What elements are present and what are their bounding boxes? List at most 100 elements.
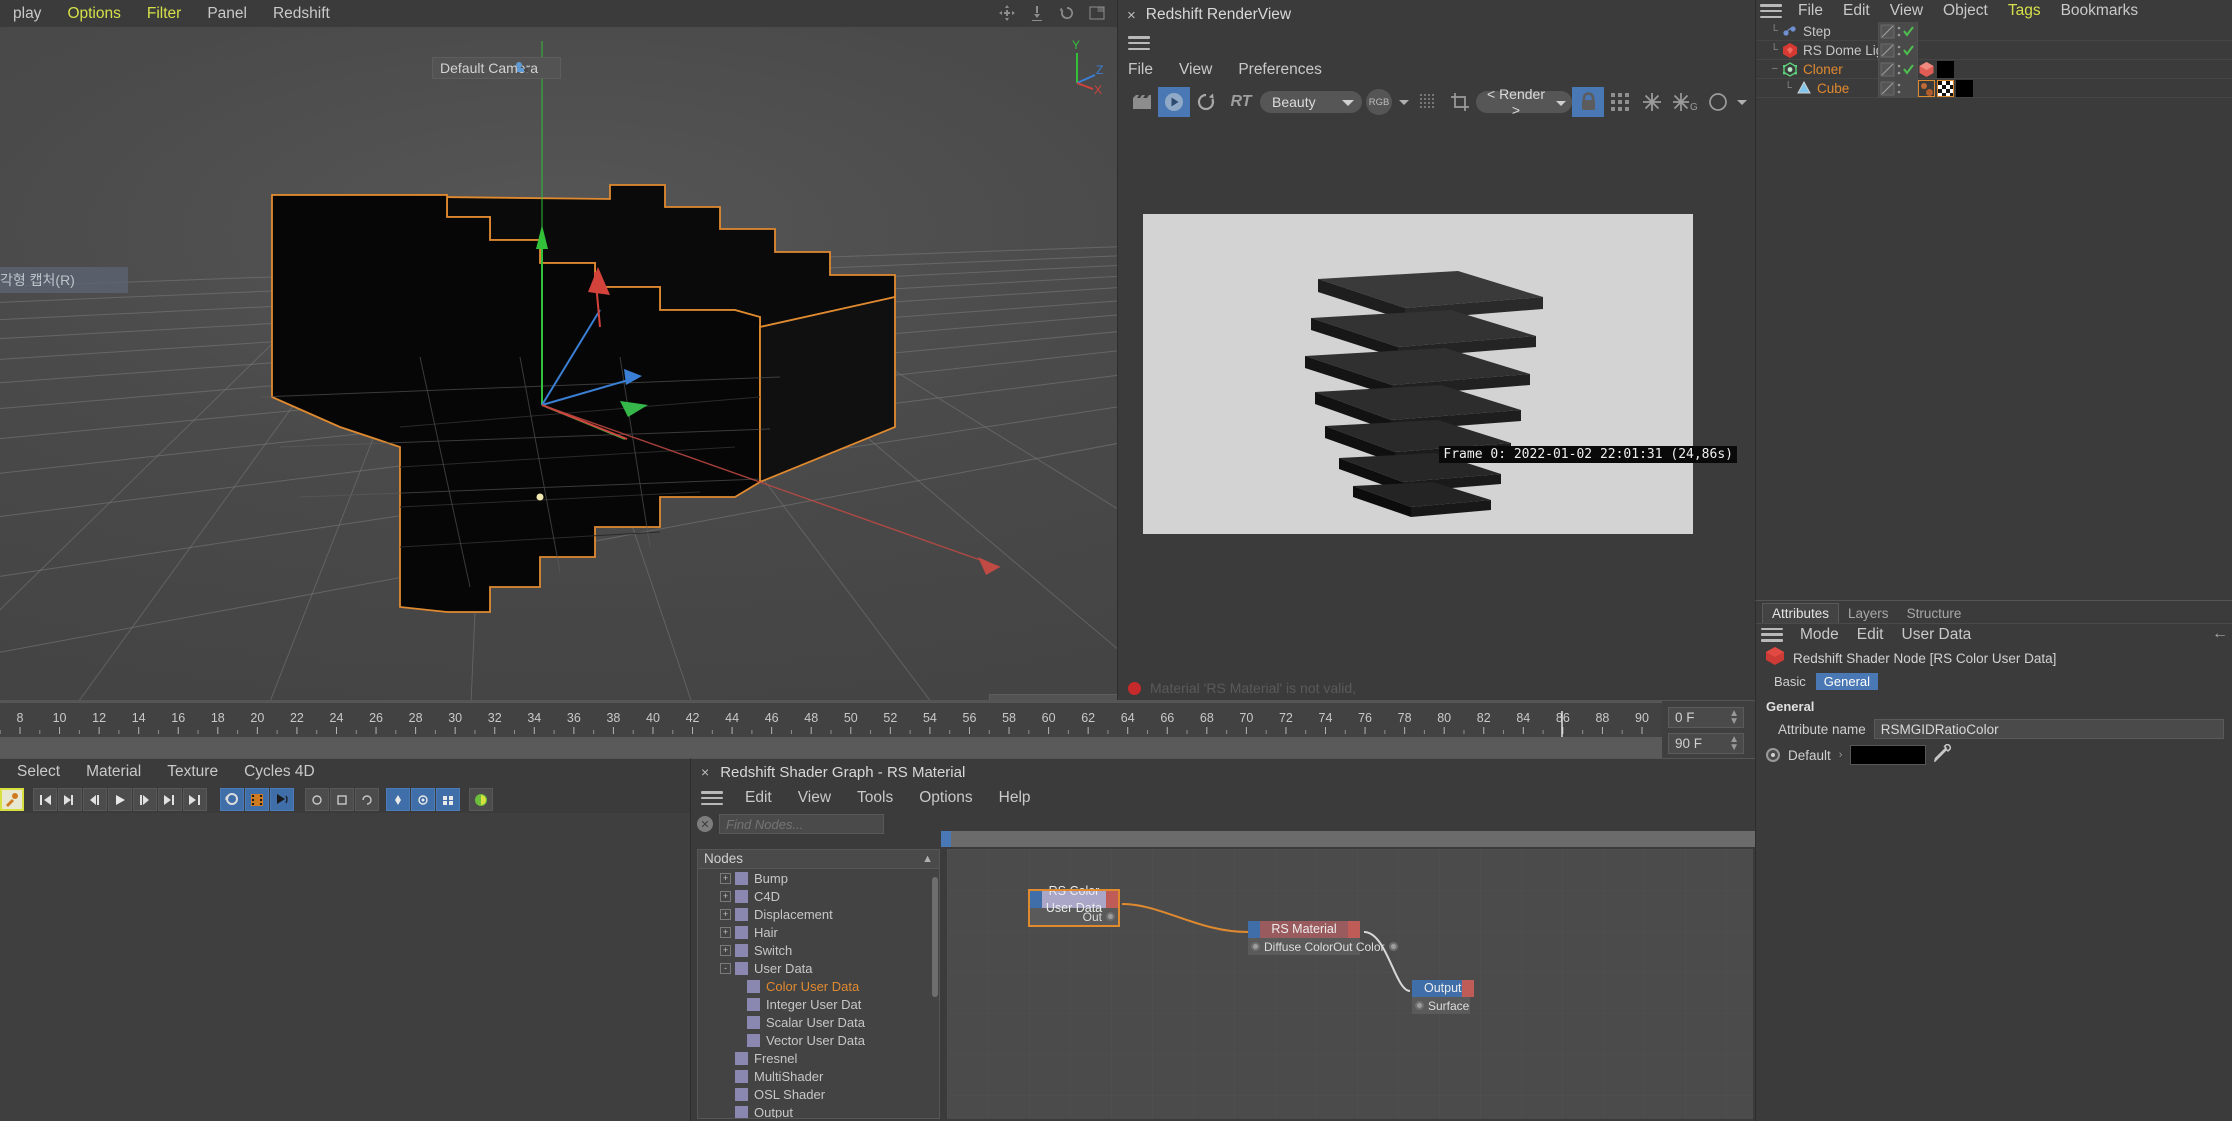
tag-checker-tag[interactable] xyxy=(1937,80,1954,97)
node-output-tab[interactable] xyxy=(1106,891,1118,908)
lock-icon[interactable] xyxy=(1572,87,1604,117)
tree-item-output[interactable]: Output xyxy=(698,1103,939,1118)
matmgr-menu-texture[interactable]: Texture xyxy=(154,759,231,785)
tree-item-scalar-user-data[interactable]: Scalar User Data xyxy=(698,1013,939,1031)
object-manager-hamburger-icon[interactable] xyxy=(1760,4,1782,18)
tree-item-integer-user-dat[interactable]: Integer User Dat xyxy=(698,995,939,1013)
node-header[interactable]: RS Material xyxy=(1248,921,1360,938)
timeline-ruler[interactable]: 8 10 12 14 16 18 20 22 24 26 28 30 32 34 36 38 40 42 44 46 4… xyxy=(0,701,1662,737)
record-scale-button[interactable] xyxy=(330,788,354,811)
goto-prev-key-button[interactable] xyxy=(58,788,82,811)
rv-menu-file[interactable]: File xyxy=(1128,57,1166,83)
matmgr-menu-cycles4d[interactable]: Cycles 4D xyxy=(231,759,328,785)
om-menu-edit[interactable]: Edit xyxy=(1833,0,1880,24)
render-nav-select[interactable]: < Render > xyxy=(1476,86,1572,118)
render-sequence-icon[interactable] xyxy=(1126,87,1158,117)
renderview-image-area[interactable]: Frame 0: 2022-01-02 22:01:31 (24,86s) Ma… xyxy=(1118,120,1756,700)
step-forward-button[interactable] xyxy=(133,788,157,811)
start-render-icon[interactable] xyxy=(1158,87,1190,117)
denoise-dots-icon[interactable] xyxy=(1412,87,1444,117)
maximize-viewport-icon[interactable] xyxy=(1089,5,1105,26)
shader-graph-canvas[interactable]: Shader Graph RS Color User DataOu xyxy=(947,849,1753,1119)
node-input-tab[interactable] xyxy=(1248,921,1260,938)
alpha-dropdown-icon[interactable] xyxy=(1734,87,1750,117)
node-header[interactable]: RS Color User Data xyxy=(1030,884,1118,915)
expand-icon[interactable]: + xyxy=(720,890,731,902)
back-arrow-icon[interactable]: ← xyxy=(2212,625,2228,643)
node-header[interactable]: Output xyxy=(1412,980,1474,997)
rv-menu-view[interactable]: View xyxy=(1166,57,1225,83)
snapshot-group-icon[interactable]: G xyxy=(1668,87,1702,117)
eyedropper-icon[interactable] xyxy=(1934,743,1952,767)
tree-item-displacement[interactable]: + Displacement xyxy=(698,905,939,923)
node-input-tab[interactable] xyxy=(1030,891,1042,908)
alpha-circle-icon[interactable] xyxy=(1702,87,1734,117)
node-input-port[interactable] xyxy=(1251,942,1260,951)
object-row[interactable]: └ RS Dome Light xyxy=(1756,41,2232,60)
om-menu-tags[interactable]: Tags xyxy=(1998,0,2051,24)
node-input-tab[interactable] xyxy=(1412,980,1424,997)
object-row[interactable]: └ Cube xyxy=(1756,79,2232,98)
expand-icon[interactable]: + xyxy=(720,926,731,938)
channel-dropdown-icon[interactable] xyxy=(1396,87,1412,117)
om-menu-view[interactable]: View xyxy=(1880,0,1933,24)
expand-icon[interactable]: + xyxy=(720,872,731,884)
tab-attributes[interactable]: Attributes xyxy=(1762,603,1840,623)
goto-end-button[interactable] xyxy=(183,788,207,811)
object-manager-list[interactable]: └ Step └ RS Dome Light − Cloner └ Cube xyxy=(1756,22,2232,122)
collapse-icon[interactable]: - xyxy=(720,962,731,974)
tree-item-fresnel[interactable]: Fresnel xyxy=(698,1049,939,1067)
node-input-port[interactable] xyxy=(1415,1001,1424,1010)
attribute-name-input[interactable] xyxy=(1873,719,2224,739)
viewport-canvas[interactable]: Default Camera 각형 캡처(R) Grid Spacing : 5… xyxy=(0,27,1117,700)
rotate-viewport-icon[interactable] xyxy=(1059,5,1075,26)
scrollbar-thumb[interactable] xyxy=(941,831,951,847)
viewport-menu-display[interactable]: play xyxy=(0,1,54,27)
tag-black-tag[interactable] xyxy=(1956,80,1973,97)
pixel-grid-icon[interactable] xyxy=(1604,87,1636,117)
tab-structure[interactable]: Structure xyxy=(1898,604,1971,623)
goto-next-key-button[interactable] xyxy=(158,788,182,811)
tag-black-tag[interactable] xyxy=(1937,61,1954,78)
object-row[interactable]: └ Step xyxy=(1756,22,2232,41)
timeline-panel[interactable]: 8 10 12 14 16 18 20 22 24 26 28 30 32 34 36 38 40 42 44 46 4… xyxy=(0,700,1755,793)
viewport-menu-redshift[interactable]: Redshift xyxy=(260,1,343,27)
tree-item-osl-shader[interactable]: OSL Shader xyxy=(698,1085,939,1103)
keyframe-selection-button[interactable] xyxy=(436,788,460,811)
expand-icon[interactable]: + xyxy=(720,944,731,956)
om-menu-object[interactable]: Object xyxy=(1933,0,1998,24)
tree-item-color-user-data[interactable]: Color User Data xyxy=(698,977,939,995)
tree-item-switch[interactable]: + Switch xyxy=(698,941,939,959)
move-viewport-icon[interactable] xyxy=(999,5,1015,26)
play-button[interactable] xyxy=(108,788,132,811)
aov-select[interactable]: Beauty xyxy=(1260,91,1362,113)
rgb-channel-button[interactable]: RGB xyxy=(1362,87,1396,117)
nodes-tree-scrollbar[interactable] xyxy=(932,877,938,997)
viewport-menu-panel[interactable]: Panel xyxy=(194,1,260,27)
shader-node-rs-material[interactable]: RS Material Diffuse Color Out Color xyxy=(1248,921,1398,955)
collapse-chevron-icon[interactable]: ▲ xyxy=(922,850,939,868)
shader-graph-hamburger-icon[interactable] xyxy=(701,791,723,805)
end-frame-spinner[interactable]: ▲ ▼ xyxy=(1729,735,1739,753)
timeline-track[interactable]: 90 F || xyxy=(0,737,1662,793)
object-visibility-dots[interactable] xyxy=(1878,79,1918,98)
tree-item-hair[interactable]: + Hair xyxy=(698,923,939,941)
am-menu-mode[interactable]: Mode xyxy=(1791,622,1848,648)
sg-menu-help[interactable]: Help xyxy=(986,785,1044,811)
tree-item-c4d[interactable]: + C4D xyxy=(698,887,939,905)
clear-search-icon[interactable]: ✕ xyxy=(697,816,713,832)
object-visibility-dots[interactable] xyxy=(1878,41,1918,60)
sg-menu-tools[interactable]: Tools xyxy=(844,785,906,811)
animation-mode-button[interactable] xyxy=(0,788,24,811)
rt-toggle-button[interactable]: RT xyxy=(1222,87,1260,117)
step-back-button[interactable] xyxy=(83,788,107,811)
autokey-button[interactable] xyxy=(270,788,294,811)
subtab-basic[interactable]: Basic xyxy=(1766,673,1814,690)
tree-item-bump[interactable]: + Bump xyxy=(698,869,939,887)
tree-item-multishader[interactable]: MultiShader xyxy=(698,1067,939,1085)
object-visibility-dots[interactable] xyxy=(1878,22,1918,41)
node-output-port[interactable] xyxy=(1388,942,1398,951)
shader-node-output[interactable]: Output Surface xyxy=(1412,980,1474,1014)
matmgr-menu-select[interactable]: Select xyxy=(4,759,73,785)
node-output-port[interactable] xyxy=(1106,912,1115,921)
